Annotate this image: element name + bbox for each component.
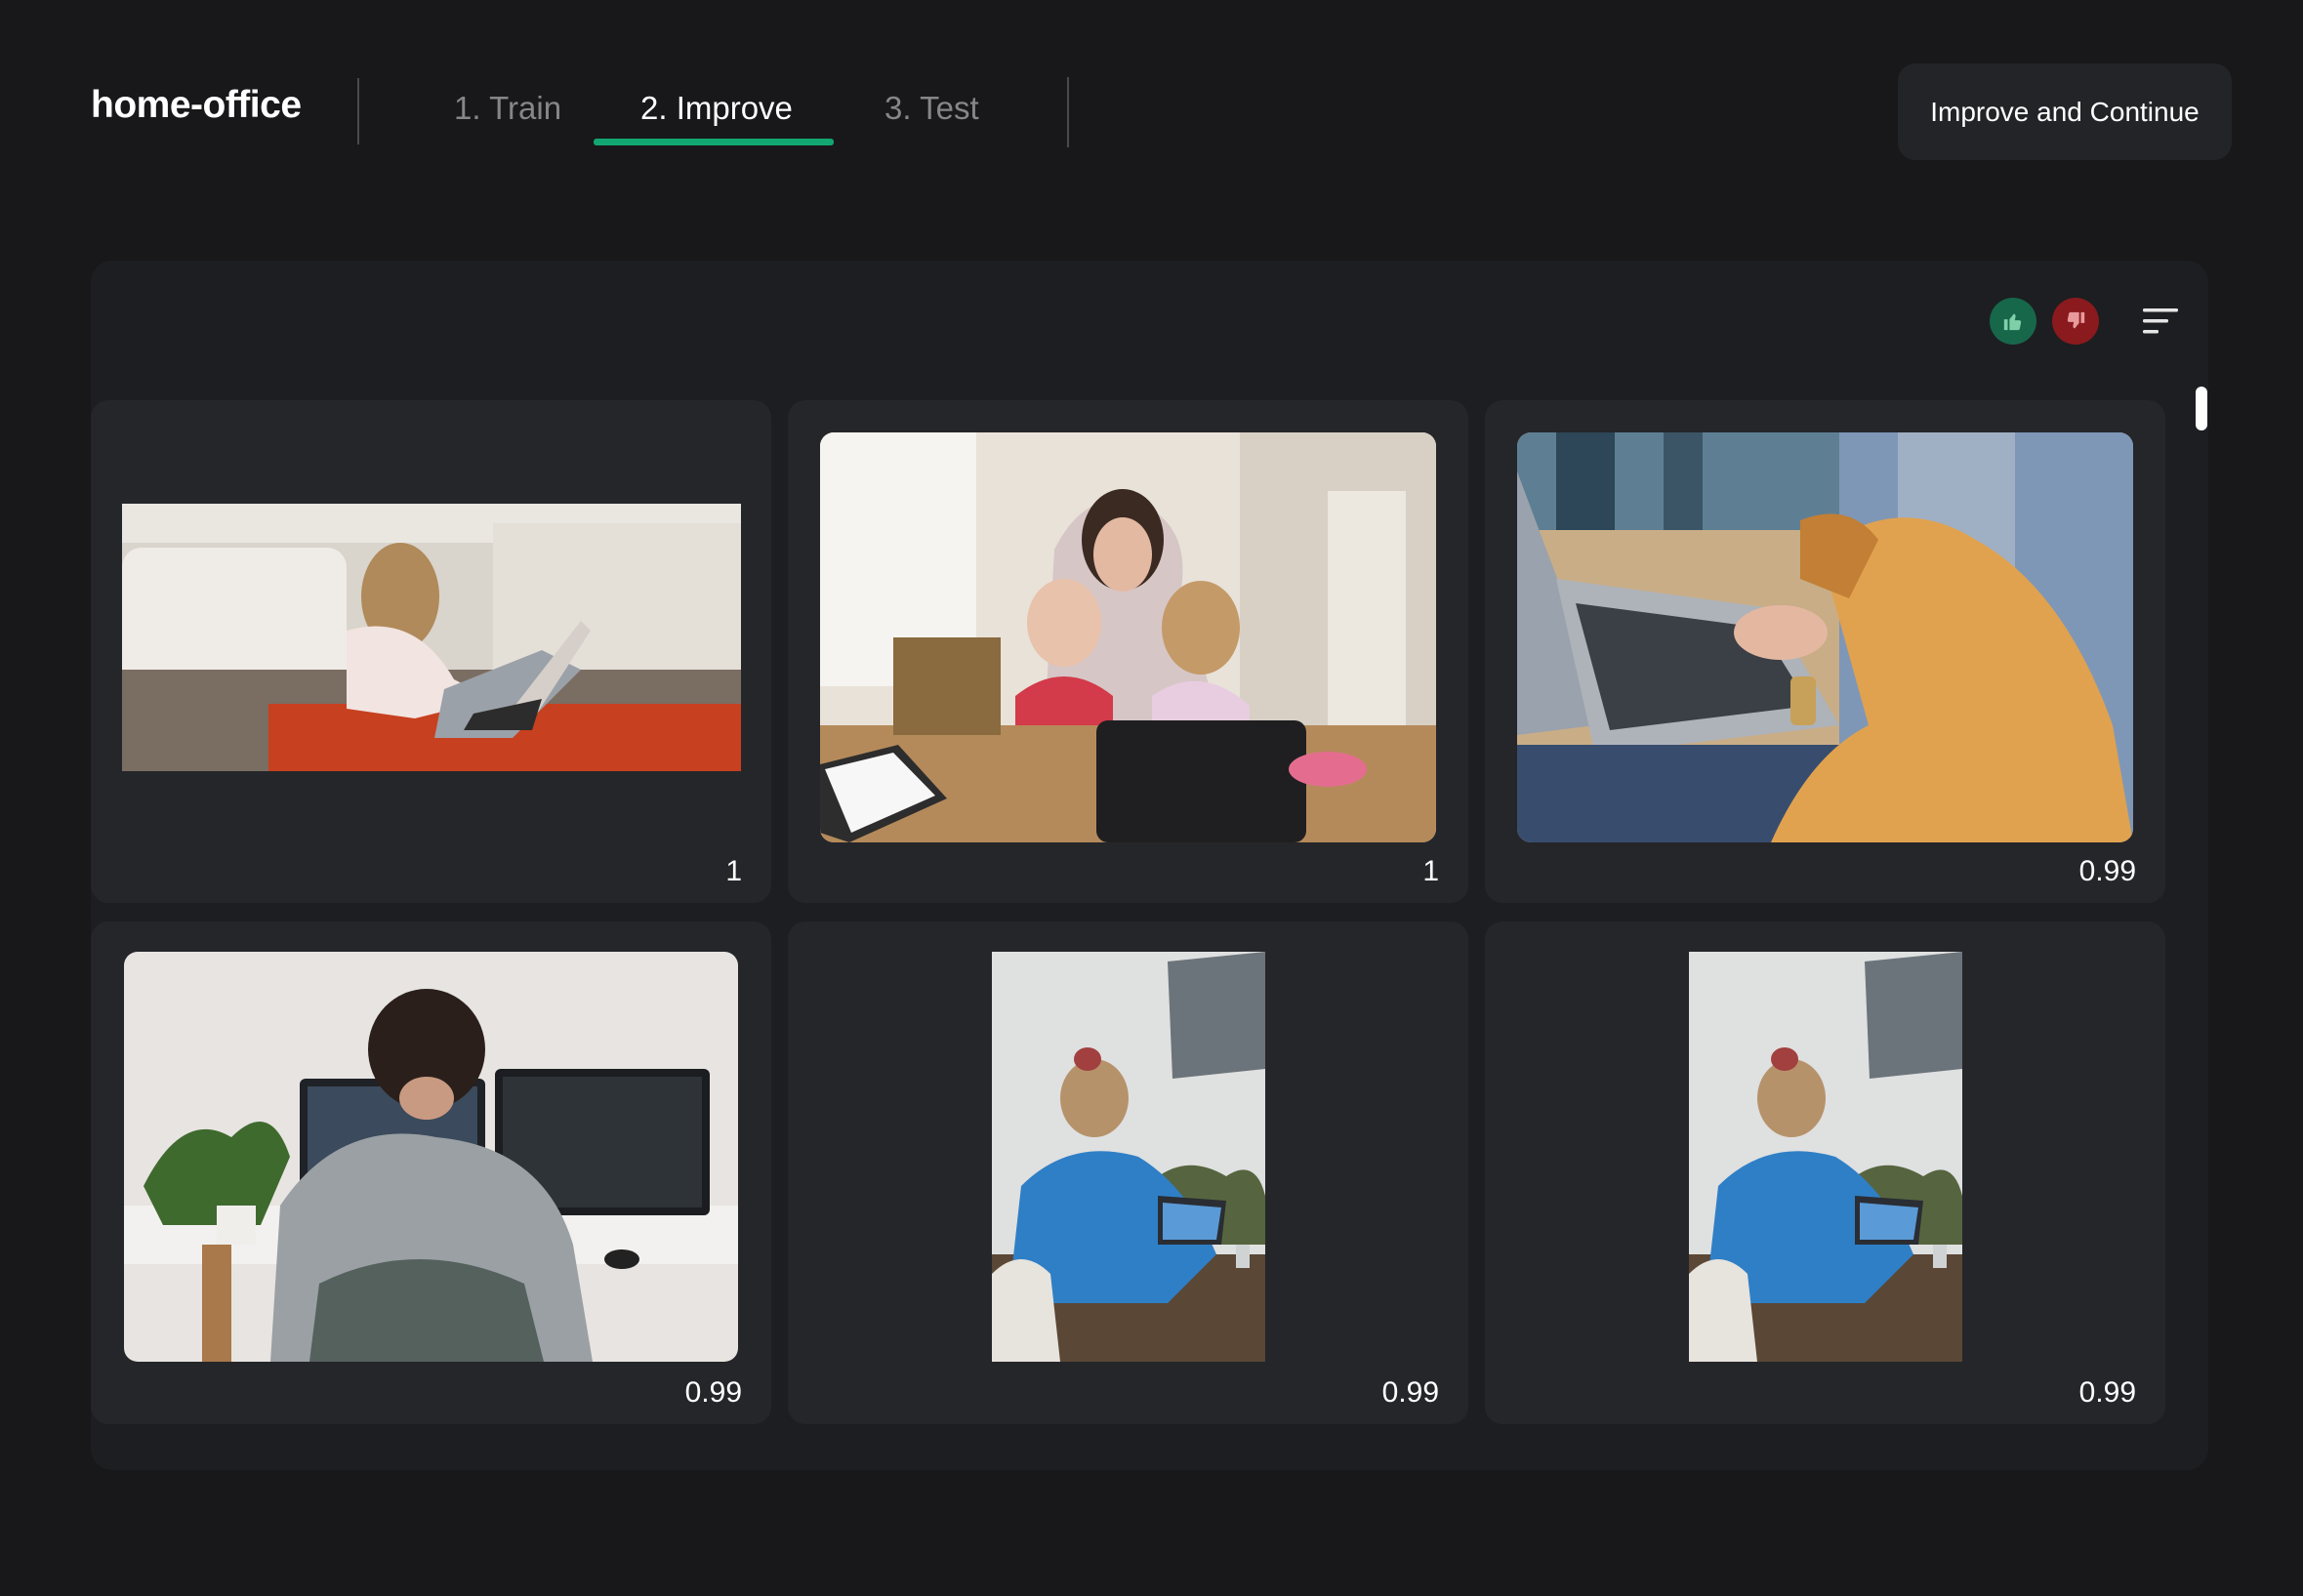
tab-train[interactable]: 1. Train (454, 90, 561, 127)
thumbs-down-icon (2067, 311, 2085, 329)
result-card[interactable]: 0.99 (91, 921, 771, 1424)
result-image (122, 504, 741, 771)
confidence-score: 1 (725, 855, 742, 887)
result-card[interactable]: 0.99 (1485, 921, 2165, 1424)
result-card[interactable]: 1 (91, 400, 771, 903)
project-title: home-office (91, 84, 302, 126)
sort-icon (2143, 308, 2178, 334)
active-tab-indicator (594, 139, 834, 145)
result-image (992, 952, 1265, 1362)
thumbs-down-filter-button[interactable] (2052, 298, 2099, 345)
top-bar: home-office 1. Train 2. Improve 3. Test … (0, 0, 2303, 160)
result-card[interactable]: 1 (788, 400, 1468, 903)
header-divider (1067, 77, 1069, 147)
confidence-score: 0.99 (2078, 855, 2136, 887)
result-image (124, 952, 738, 1362)
confidence-score: 0.99 (1381, 1376, 1439, 1409)
tab-test[interactable]: 3. Test (884, 90, 979, 127)
result-card[interactable]: 0.99 (788, 921, 1468, 1424)
confidence-score: 0.99 (684, 1376, 742, 1409)
header-divider (357, 78, 359, 144)
result-card[interactable]: 0.99 (1485, 400, 2165, 903)
result-image (1517, 432, 2133, 842)
confidence-score: 0.99 (2078, 1376, 2136, 1409)
result-image (820, 432, 1436, 842)
result-image (1689, 952, 1962, 1362)
thumbs-up-icon (2003, 313, 2022, 331)
improve-and-continue-button[interactable]: Improve and Continue (1898, 63, 2232, 160)
thumbs-up-filter-button[interactable] (1990, 298, 2036, 345)
scrollbar-thumb[interactable] (2196, 387, 2207, 430)
confidence-score: 1 (1422, 855, 1439, 887)
tab-improve[interactable]: 2. Improve (640, 90, 793, 127)
sort-button[interactable] (2141, 306, 2184, 337)
